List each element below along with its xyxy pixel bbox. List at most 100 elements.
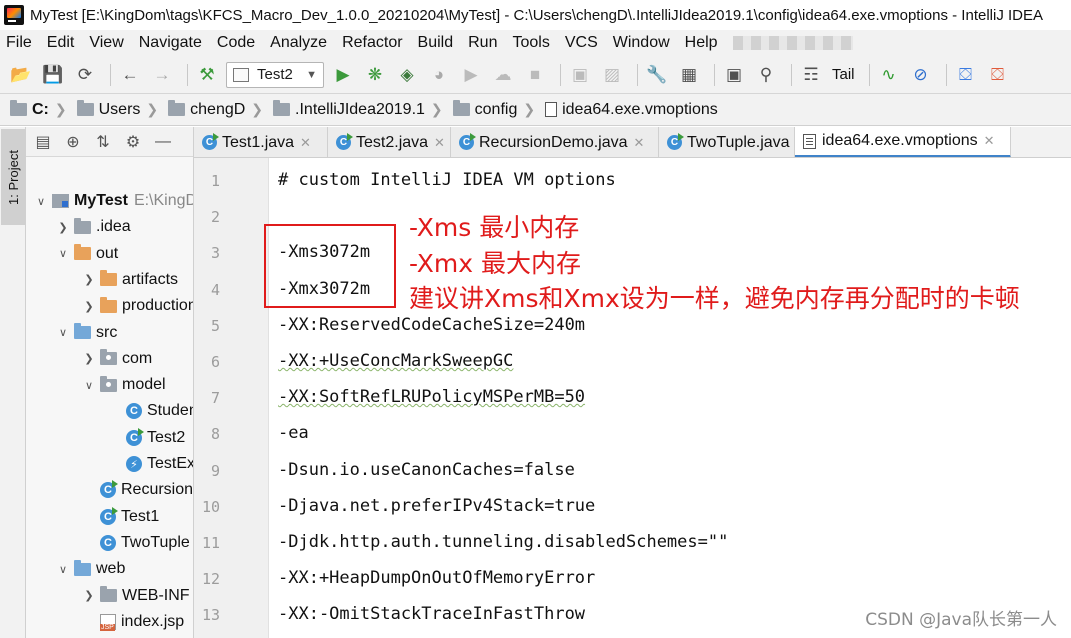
breadcrumb-item[interactable]: config ❯	[452, 100, 541, 119]
tree-item[interactable]: ❯ production	[82, 293, 193, 319]
chevron-right-icon[interactable]: ❯	[82, 352, 96, 365]
search-icon[interactable]: ⚲	[753, 62, 779, 88]
tree-item-label: RecursionDemo	[121, 481, 194, 499]
chevron-right-icon[interactable]: ❯	[82, 273, 96, 286]
chevron-down-icon[interactable]: ∨	[56, 247, 70, 260]
tree-item[interactable]: index.jsp	[82, 609, 193, 635]
chevron-down-icon[interactable]: ∨	[82, 379, 96, 392]
breadcrumb-item[interactable]: Users ❯	[76, 100, 165, 119]
package-icon	[100, 349, 117, 366]
tree-item[interactable]: ❯ WEB-INF	[82, 583, 193, 609]
tree-item[interactable]: C TwoTuple	[82, 530, 193, 556]
editor-tab[interactable]: C Test1.java ✕	[194, 127, 328, 157]
editor-tab[interactable]: CTwoTuple.java✕	[659, 127, 806, 157]
forward-icon[interactable]: →	[149, 62, 175, 88]
package-icon	[100, 375, 117, 392]
menu-navigate[interactable]: Navigate	[139, 34, 202, 52]
gear-icon[interactable]: ⚙	[122, 131, 144, 153]
tree-item[interactable]: ∨ MyTest E:\KingDom	[34, 188, 193, 214]
coverage-icon[interactable]: ◈	[394, 62, 420, 88]
menu-file[interactable]: File	[6, 34, 32, 52]
tail-button[interactable]: Tail	[832, 66, 855, 83]
chevron-right-icon[interactable]: ❯	[82, 300, 96, 313]
collapse-all-icon[interactable]: ⇅	[92, 131, 114, 153]
terminal-icon[interactable]: ▣	[721, 62, 747, 88]
run-disabled-icon[interactable]: ▶	[458, 62, 484, 88]
save-all-icon[interactable]: 💾	[40, 62, 66, 88]
settings-wrench-icon[interactable]: 🔧	[644, 62, 670, 88]
source-folder-icon	[74, 323, 91, 339]
translate-alt-icon[interactable]: ⛋	[985, 62, 1011, 88]
profile-icon[interactable]: ◕	[426, 62, 452, 88]
menu-analyze[interactable]: Analyze	[270, 34, 327, 52]
tree-item[interactable]: C Test2	[108, 425, 193, 451]
hide-icon[interactable]: —	[152, 131, 174, 153]
tree-item[interactable]: ∨ src	[56, 320, 193, 346]
close-icon[interactable]: ✕	[634, 135, 645, 151]
code-line: -XX:ReservedCodeCacheSize=240m	[278, 314, 586, 335]
tree-item[interactable]: ∨ out	[56, 241, 193, 267]
menu-edit[interactable]: Edit	[47, 34, 75, 52]
chevron-down-icon[interactable]: ∨	[34, 195, 48, 208]
project-tool-tab-label: 1: Project	[5, 149, 21, 205]
breadcrumb-item[interactable]: .IntelliJIdea2019.1 ❯	[273, 100, 449, 119]
project-tool-tab[interactable]: 1: Project	[1, 129, 25, 225]
tree-item[interactable]: C Student	[108, 398, 193, 424]
menu-help[interactable]: Help	[685, 34, 718, 52]
block-icon[interactable]: ⊘	[908, 62, 934, 88]
menu-run[interactable]: Run	[468, 34, 497, 52]
translate-icon[interactable]: ⛋	[953, 62, 979, 88]
tree-item-label: TwoTuple	[121, 533, 190, 551]
menu-view[interactable]: View	[89, 34, 123, 52]
tree-item[interactable]: C Test1	[82, 504, 193, 530]
tasks-icon[interactable]: ☶	[798, 62, 824, 88]
chevron-down-icon[interactable]: ∨	[56, 563, 70, 576]
tree-item[interactable]: ∨ model	[82, 372, 193, 398]
deploy-icon[interactable]: ▣	[567, 62, 593, 88]
monitor-chart-icon[interactable]: ∿	[876, 62, 902, 88]
close-icon[interactable]: ✕	[300, 135, 311, 151]
tree-item[interactable]: ∨ web	[56, 556, 193, 582]
open-folder-icon[interactable]: 📂	[8, 62, 34, 88]
editor-tab-label: RecursionDemo.java	[479, 133, 628, 151]
stop-icon[interactable]: ■	[522, 62, 548, 88]
chevron-right-icon[interactable]: ❯	[56, 221, 70, 234]
project-structure-icon[interactable]: ▦	[676, 62, 702, 88]
chevron-right-icon[interactable]: ❯	[82, 589, 96, 602]
menu-window[interactable]: Window	[613, 34, 670, 52]
sync-icon[interactable]: ⟳	[72, 62, 98, 88]
editor-tab[interactable]: C RecursionDemo.java ✕	[451, 127, 659, 157]
menu-build[interactable]: Build	[418, 34, 454, 52]
tree-item[interactable]: ❯ artifacts	[82, 267, 193, 293]
tree-item-label: Test2	[147, 428, 186, 446]
close-icon[interactable]: ✕	[984, 133, 995, 149]
tree-item[interactable]: ❯ .idea	[56, 214, 193, 240]
breadcrumb-item[interactable]: C: ❯	[10, 100, 73, 119]
code-line: -XX:+UseConcMarkSweepGC	[278, 351, 514, 371]
menu-tools[interactable]: Tools	[512, 34, 549, 52]
view-mode-icon[interactable]: ▤	[32, 131, 54, 153]
editor-tab[interactable]: C Test2.java ✕	[328, 127, 451, 157]
menu-code[interactable]: Code	[217, 34, 255, 52]
menu-refactor[interactable]: Refactor	[342, 34, 402, 52]
tree-item[interactable]: ⚡ TestEx	[108, 451, 193, 477]
database-icon[interactable]: ▨	[599, 62, 625, 88]
tree-item[interactable]: CRecursionDemo	[82, 477, 194, 503]
menu-vcs[interactable]: VCS	[565, 34, 598, 52]
breadcrumb-item[interactable]: idea64.exe.vmoptions	[545, 101, 718, 119]
breadcrumb-item[interactable]: chengD ❯	[168, 100, 269, 119]
debug-bug-icon[interactable]: ❋	[362, 62, 388, 88]
attach-icon[interactable]: ☁	[490, 62, 516, 88]
build-hammer-icon[interactable]: ⚒	[194, 62, 220, 88]
editor-tab[interactable]: idea64.exe.vmoptions ✕	[795, 127, 1011, 157]
tree-item[interactable]: ❯ com	[82, 346, 193, 372]
chevron-down-icon[interactable]: ∨	[56, 326, 70, 339]
back-icon[interactable]: ←	[117, 62, 143, 88]
run-icon[interactable]: ▶	[330, 62, 356, 88]
line-number: 2	[210, 208, 220, 227]
run-config-select[interactable]: Test2 ▼	[226, 61, 324, 88]
folder-icon	[74, 217, 91, 234]
close-icon[interactable]: ✕	[434, 135, 445, 151]
locate-target-icon[interactable]: ⊕	[62, 131, 84, 153]
menu-bar: File Edit View Navigate Code Analyze Ref…	[0, 30, 1071, 56]
